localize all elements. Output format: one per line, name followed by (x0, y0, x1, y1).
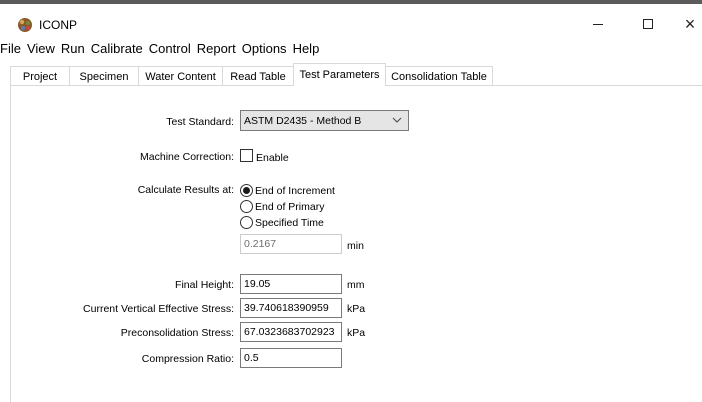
tab-test-parameters[interactable]: Test Parameters (293, 63, 386, 86)
minimize-button[interactable] (576, 10, 620, 38)
machine-correction-checkbox[interactable] (240, 149, 253, 162)
minimize-icon (593, 23, 603, 25)
specified-time-input[interactable]: 0.2167 (240, 234, 342, 254)
current-vertical-effective-stress-unit: kPa (347, 303, 366, 315)
radio-end-of-primary[interactable] (240, 200, 253, 213)
radio-end-of-increment[interactable] (240, 184, 253, 197)
maximize-icon (643, 19, 653, 29)
preconsolidation-stress-input[interactable]: 67.0323683702923 (240, 322, 342, 342)
end-of-increment-label[interactable]: End of Increment (255, 185, 335, 197)
title-bar[interactable]: ICONP × (0, 4, 702, 38)
menu-help[interactable]: Help (291, 41, 324, 56)
current-vertical-effective-stress-label: Current Vertical Effective Stress: (83, 303, 234, 315)
tab-strip: Project Specimen Water Content Read Tabl… (10, 63, 493, 86)
current-vertical-effective-stress-input[interactable]: 39.740618390959 (240, 298, 342, 318)
menu-calibrate[interactable]: Calibrate (89, 41, 147, 56)
test-standard-label: Test Standard: (166, 116, 234, 128)
preconsolidation-stress-label: Preconsolidation Stress: (120, 327, 234, 339)
test-standard-select[interactable]: ASTM D2435 - Method B (240, 110, 409, 131)
test-standard-value: ASTM D2435 - Method B (244, 114, 362, 127)
iconp-app-icon (18, 18, 32, 32)
compression-ratio-input[interactable]: 0.5 (240, 348, 342, 368)
maximize-button[interactable] (626, 10, 670, 38)
menu-bar: File View Run Calibrate Control Report O… (0, 37, 702, 59)
menu-control[interactable]: Control (147, 41, 195, 56)
menu-options[interactable]: Options (240, 41, 291, 56)
final-height-label: Final Height: (175, 279, 234, 291)
final-height-input[interactable]: 19.05 (240, 274, 342, 294)
end-of-primary-label[interactable]: End of Primary (255, 201, 324, 213)
close-icon: × (684, 13, 696, 34)
menu-report[interactable]: Report (195, 41, 240, 56)
tab-read-table[interactable]: Read Table (222, 66, 294, 86)
tab-consolidation-table[interactable]: Consolidation Table (385, 66, 493, 86)
radio-selected-dot (243, 187, 250, 194)
calculate-results-label: Calculate Results at: (137, 184, 234, 196)
machine-correction-label: Machine Correction: (140, 151, 234, 163)
compression-ratio-label: Compression Ratio: (141, 353, 234, 365)
menu-file[interactable]: File (0, 41, 25, 56)
time-unit-label: min (347, 240, 364, 252)
chevron-down-icon (392, 117, 402, 123)
close-button[interactable]: × (668, 10, 702, 38)
tab-project[interactable]: Project (10, 66, 70, 86)
menu-view[interactable]: View (25, 41, 59, 56)
tab-specimen[interactable]: Specimen (69, 66, 139, 86)
preconsolidation-stress-unit: kPa (347, 327, 366, 339)
window-title: ICONP (39, 18, 78, 32)
radio-specified-time[interactable] (240, 216, 253, 229)
tab-water-content[interactable]: Water Content (138, 66, 223, 86)
enable-checkbox-label[interactable]: Enable (256, 152, 289, 164)
specified-time-label[interactable]: Specified Time (255, 217, 324, 229)
final-height-unit: mm (347, 279, 365, 291)
menu-run[interactable]: Run (59, 41, 89, 56)
